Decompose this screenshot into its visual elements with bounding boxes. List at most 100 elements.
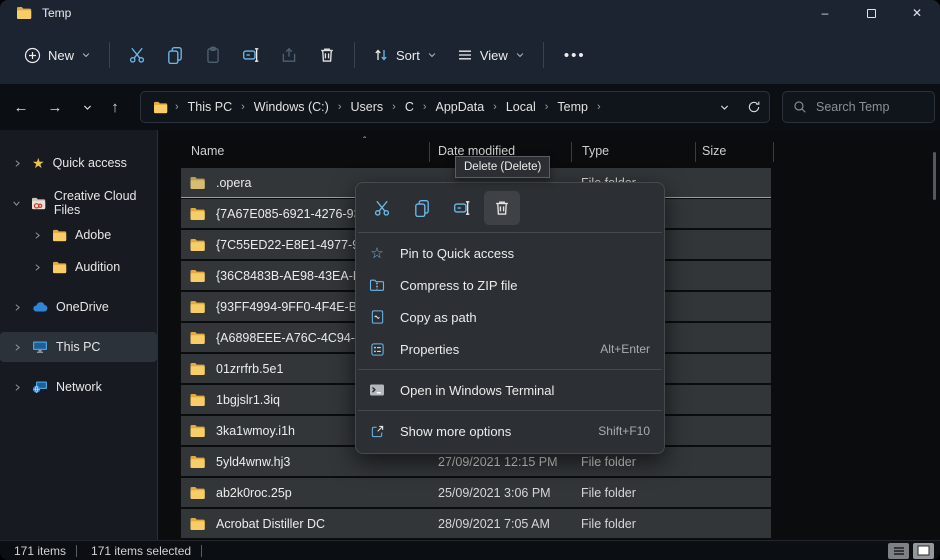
sidebar-item-onedrive[interactable]: OneDrive — [0, 292, 157, 322]
search-input[interactable] — [816, 100, 916, 114]
copy-button[interactable] — [404, 191, 440, 225]
rename-button[interactable] — [232, 38, 270, 72]
title-bar: Temp – ✕ — [0, 0, 940, 26]
close-button[interactable]: ✕ — [894, 0, 940, 26]
items-selected-count: 171 items selected — [77, 544, 201, 558]
breadcrumb-item[interactable]: Local — [504, 100, 538, 114]
menu-item-open-in-windows-terminal[interactable]: Open in Windows Terminal — [356, 374, 664, 406]
new-button[interactable]: New — [14, 40, 101, 71]
sidebar-item-label: Quick access — [53, 156, 127, 170]
refresh-button[interactable] — [739, 92, 769, 122]
sidebar-item-adobe[interactable]: Adobe — [0, 220, 157, 250]
file-date: 28/09/2021 7:05 AM — [438, 517, 550, 531]
folder-app-icon — [16, 6, 32, 20]
rename-icon — [242, 46, 260, 64]
sort-button[interactable]: Sort — [363, 40, 447, 70]
rename-button[interactable] — [444, 191, 480, 225]
view-button[interactable]: View — [447, 40, 535, 70]
sidebar-item-this-pc[interactable]: This PC — [0, 332, 157, 362]
cut-button[interactable] — [364, 191, 400, 225]
properties-icon — [368, 342, 386, 357]
chevron-right-icon — [30, 231, 44, 240]
column-divider[interactable] — [695, 142, 696, 162]
delete-button[interactable] — [484, 191, 520, 225]
star-icon: ★ — [32, 156, 45, 170]
column-divider[interactable] — [429, 142, 430, 162]
view-lines-icon — [457, 47, 473, 63]
list-lines-icon — [893, 546, 905, 556]
sidebar-item-label: OneDrive — [56, 300, 109, 314]
delete-tooltip: Delete (Delete) — [455, 156, 550, 178]
toolbar-divider — [354, 42, 355, 68]
large-icons-view-toggle[interactable] — [913, 543, 934, 559]
menu-item-label: Show more options — [400, 424, 511, 439]
sidebar-item-network[interactable]: Network — [0, 372, 157, 402]
menu-item-compress-to-zip[interactable]: Compress to ZIP file — [356, 269, 664, 301]
column-divider[interactable] — [773, 142, 774, 162]
menu-item-label: Pin to Quick access — [400, 246, 514, 261]
breadcrumb-separator: › — [234, 101, 252, 113]
up-button[interactable]: ↑ — [100, 92, 130, 122]
cut-button[interactable] — [118, 38, 156, 72]
column-divider[interactable] — [571, 142, 572, 162]
breadcrumb-item[interactable]: This PC — [186, 100, 234, 114]
file-date: 25/09/2021 3:06 PM — [438, 486, 551, 500]
copy-button[interactable] — [156, 38, 194, 72]
menu-item-show-more-options[interactable]: Show more options Shift+F10 — [356, 415, 664, 447]
folder-icon — [189, 424, 206, 438]
address-dropdown-button[interactable] — [709, 92, 739, 122]
maximize-button[interactable] — [848, 0, 894, 26]
chevron-down-icon — [719, 102, 730, 113]
breadcrumb-separator: › — [168, 101, 186, 113]
menu-item-copy-as-path[interactable]: Copy as path — [356, 301, 664, 333]
command-toolbar: New Sort View — [0, 26, 940, 84]
folder-icon — [189, 331, 206, 345]
new-button-label: New — [48, 48, 74, 63]
folder-icon — [189, 362, 206, 376]
file-type: File folder — [581, 455, 636, 469]
folder-icon — [189, 207, 206, 221]
share-button[interactable] — [270, 38, 308, 72]
network-globe-icon — [32, 380, 48, 394]
chevron-right-icon — [10, 303, 24, 312]
sidebar-item-quick-access[interactable]: ★ Quick access — [0, 148, 157, 178]
recent-locations-button[interactable] — [72, 92, 102, 122]
chevron-down-icon — [515, 50, 525, 60]
folder-icon — [189, 393, 206, 407]
forward-button[interactable]: → — [40, 92, 70, 122]
folder-icon — [189, 517, 206, 531]
breadcrumb-item[interactable]: AppData — [434, 100, 487, 114]
breadcrumb-item[interactable]: Windows (C:) — [252, 100, 331, 114]
menu-item-label: Properties — [400, 342, 459, 357]
delete-button[interactable] — [308, 38, 346, 72]
file-row[interactable]: ab2k0roc.25p 25/09/2021 3:06 PM File fol… — [181, 478, 771, 507]
paste-icon — [204, 46, 222, 64]
details-view-toggle[interactable] — [888, 543, 909, 559]
more-options-button[interactable]: ••• — [552, 47, 598, 64]
breadcrumb-item[interactable]: Users — [348, 100, 385, 114]
back-button[interactable]: ← — [6, 92, 36, 122]
toolbar-divider — [109, 42, 110, 68]
file-row[interactable]: Acrobat Distiller DC 28/09/2021 7:05 AM … — [181, 509, 771, 538]
column-header-size[interactable]: Size — [702, 144, 726, 158]
search-box[interactable] — [782, 91, 935, 123]
thumbnail-icon — [917, 545, 930, 556]
menu-item-properties[interactable]: Properties Alt+Enter — [356, 333, 664, 365]
paste-button[interactable] — [194, 38, 232, 72]
menu-item-pin-to-quick-access[interactable]: ☆ Pin to Quick access — [356, 237, 664, 269]
breadcrumb-item[interactable]: Temp — [555, 100, 590, 114]
breadcrumb[interactable]: › This PC › Windows (C:) › Users › C › A… — [140, 91, 770, 123]
breadcrumb-item[interactable]: C — [403, 100, 416, 114]
minimize-button[interactable]: – — [802, 0, 848, 26]
column-header-name[interactable]: Name — [191, 144, 224, 158]
scissors-icon — [128, 46, 146, 64]
folder-icon — [153, 101, 168, 114]
terminal-icon — [368, 383, 386, 397]
sidebar-item-audition[interactable]: Audition — [0, 252, 157, 282]
sidebar-item-creative-cloud-files[interactable]: Creative Cloud Files — [0, 188, 157, 218]
chevron-down-icon — [81, 50, 91, 60]
vertical-scrollbar[interactable] — [933, 152, 936, 200]
menu-shortcut: Alt+Enter — [600, 342, 650, 356]
file-name: ab2k0roc.25p — [216, 486, 436, 500]
column-header-type[interactable]: Type — [582, 144, 609, 158]
